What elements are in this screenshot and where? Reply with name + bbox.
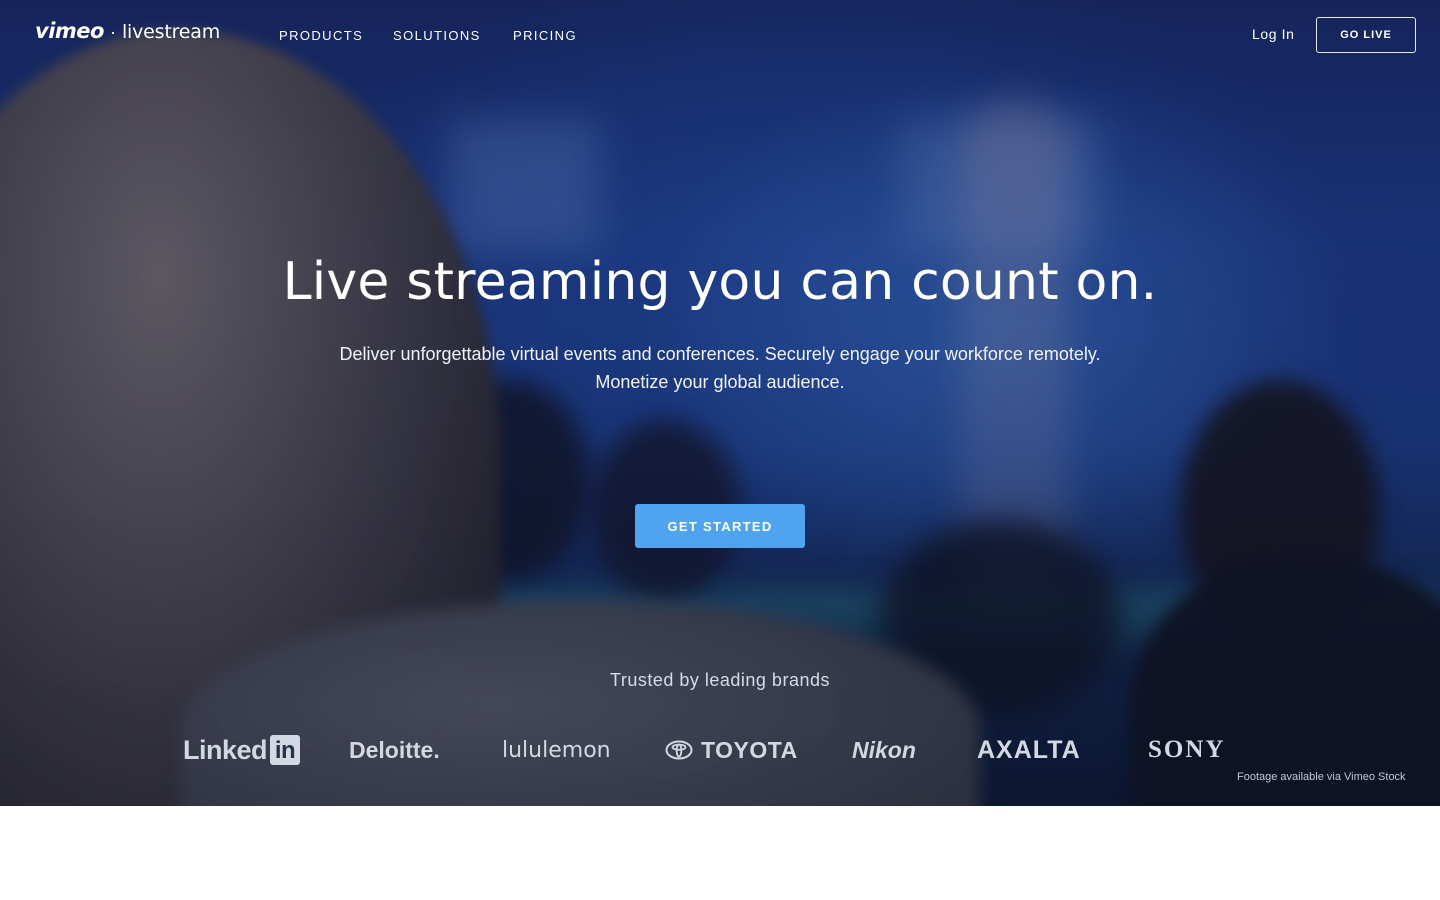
hero-headline: Live streaming you can count on. (282, 252, 1158, 312)
nav-pricing[interactable]: PRICING (513, 28, 577, 43)
footage-credit[interactable]: Footage available via Vimeo Stock (1237, 771, 1406, 783)
hero-section: vimeo · livestream PRODUCTS SOLUTIONS PR… (0, 0, 1440, 806)
sony-logo: SONY (1148, 736, 1226, 763)
login-link[interactable]: Log In (1252, 26, 1295, 42)
logo-separator: · (109, 22, 116, 42)
hero-subline-2: Monetize your global audience. (595, 372, 845, 392)
linkedin-in-box: in (270, 735, 301, 765)
logo-livestream-text: livestream (121, 21, 221, 43)
logo-vimeo-text: vimeo (35, 19, 104, 43)
brand-logos: Linked in Deloitte. lululemon TOYOTA Niko… (0, 730, 1440, 770)
toyota-wordmark: TOYOTA (701, 736, 798, 763)
go-live-button[interactable]: GO LIVE (1316, 17, 1416, 53)
nav-products[interactable]: PRODUCTS (279, 28, 363, 43)
linkedin-logo-icon: Linked in (183, 730, 301, 770)
vimeo-livestream-logo[interactable]: vimeo · livestream (35, 19, 220, 43)
trusted-heading: Trusted by leading brands (610, 670, 830, 690)
toyota-logo-icon (665, 740, 693, 760)
get-started-button[interactable]: GET STARTED (635, 504, 805, 548)
top-nav: vimeo · livestream PRODUCTS SOLUTIONS PR… (0, 0, 1440, 70)
hero-subheadline: Deliver unforgettable virtual events and… (270, 340, 1170, 396)
axalta-logo: AXALTA (977, 735, 1081, 764)
lululemon-logo: lululemon (502, 737, 611, 763)
deloitte-logo: Deloitte. (349, 736, 440, 763)
toyota-logo: TOYOTA (665, 730, 798, 770)
linkedin-wordmark: Linked (183, 734, 268, 765)
hero-subline-1: Deliver unforgettable virtual events and… (339, 344, 1101, 364)
nav-solutions[interactable]: SOLUTIONS (393, 28, 481, 43)
nikon-logo: Nikon (852, 736, 916, 763)
